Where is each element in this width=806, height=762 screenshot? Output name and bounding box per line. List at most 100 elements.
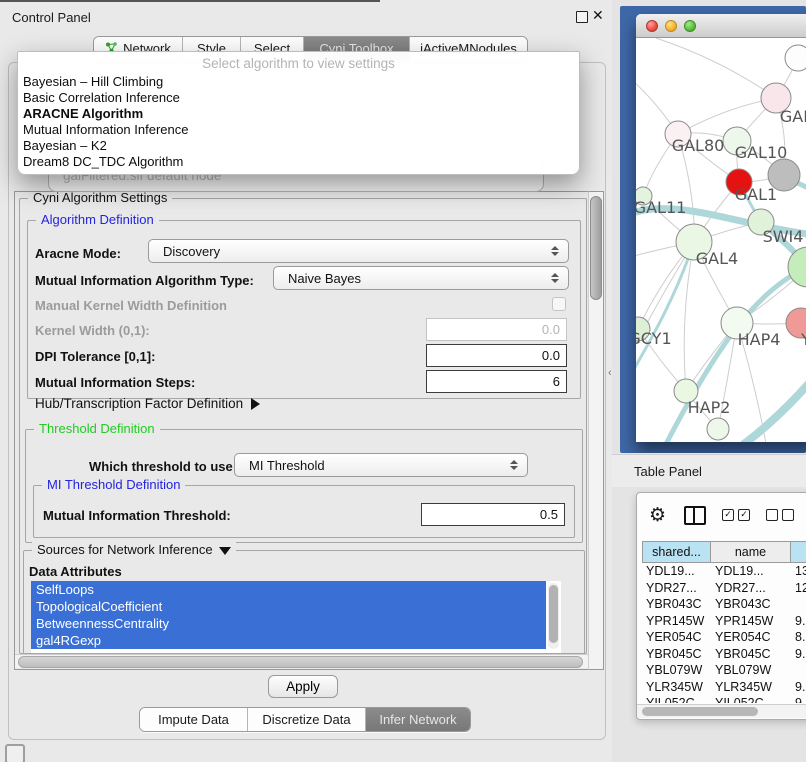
network-edge-thick[interactable] (744, 368, 806, 442)
tab-label: Impute Data (158, 712, 229, 727)
network-node[interactable] (785, 45, 806, 71)
node-label: Y (800, 330, 806, 349)
dpi-tolerance-label: DPI Tolerance [0,1]: (35, 349, 155, 364)
table-row[interactable]: YPR145WYPR145W9. (642, 613, 806, 630)
mi-algorithm-type-label: Mutual Information Algorithm Type: (35, 273, 254, 288)
table-cell: YIL052C (711, 696, 791, 703)
cyni-algorithm-settings-title: Cyni Algorithm Settings (28, 191, 172, 205)
dpi-tolerance-field[interactable]: 0.0 (426, 344, 567, 367)
dropdown-item[interactable]: Mutual Information Inference (18, 122, 579, 138)
manual-kernel-width-label: Manual Kernel Width Definition (35, 298, 227, 313)
unchecked-columns-icon[interactable] (766, 509, 794, 521)
network-canvas[interactable]: GALGAL80GAL10GAL1GAL11GAL4SWI4GCY1HAP4YH… (636, 38, 806, 442)
network-window[interactable]: GALGAL80GAL10GAL1GAL11GAL4SWI4GCY1HAP4YH… (636, 14, 806, 442)
network-window-titlebar[interactable] (636, 14, 806, 38)
tab-infer-network[interactable]: Infer Network (366, 708, 470, 731)
screen: Control Panel ✕ NetworkStyleSelectCyni T… (0, 0, 806, 762)
checked-columns-icon[interactable]: ✓✓ (722, 509, 750, 521)
spinner-arrows-icon (551, 246, 559, 256)
network-node[interactable] (707, 418, 729, 440)
aracne-mode-value: Discovery (149, 244, 220, 259)
manual-kernel-width-checkbox[interactable] (552, 297, 566, 311)
dropdown-item[interactable]: Basic Correlation Inference (18, 90, 579, 106)
table-row[interactable]: YBR043CYBR043C (642, 596, 806, 613)
kernel-width-label: Kernel Width (0,1): (35, 323, 150, 338)
mi-steps-field[interactable]: 6 (426, 370, 567, 393)
aracne-mode-combo[interactable]: Discovery (148, 239, 569, 263)
close-panel-icon[interactable]: ✕ (592, 7, 604, 24)
sources-title: Sources for Network Inference (32, 542, 236, 557)
tab-label: Infer Network (379, 712, 456, 727)
kernel-width-field[interactable]: 0.0 (426, 318, 567, 341)
dropdown-item[interactable]: Bayesian – Hill Climbing (18, 74, 579, 90)
data-attribute-item[interactable]: gal4RGexp (31, 632, 546, 649)
dropdown-item[interactable]: Dream8 DC_TDC Algorithm (18, 154, 579, 170)
data-attributes-list[interactable]: SelfLoopsTopologicalCoefficientBetweenne… (31, 581, 561, 653)
network-node[interactable] (788, 247, 806, 287)
list-scrollbar[interactable] (548, 583, 559, 649)
table-hscrollbar[interactable] (637, 704, 806, 718)
split-pane-icon[interactable] (684, 506, 706, 525)
apply-button[interactable]: Apply (268, 675, 338, 698)
table-row[interactable]: YBR045CYBR045C9. (642, 646, 806, 663)
node-label: SWI4 (763, 227, 804, 246)
node-label: GAL1 (735, 185, 777, 204)
table-row[interactable]: YBL079WYBL079W (642, 662, 806, 679)
table-row[interactable]: YLR345WYLR345W9. (642, 679, 806, 696)
table-row[interactable]: YER054CYER054C8. (642, 629, 806, 646)
data-attribute-item[interactable]: TopologicalCoefficient (31, 598, 546, 615)
settings-vscrollbar-thumb[interactable] (590, 196, 602, 300)
network-edge[interactable] (656, 38, 776, 98)
panel-divider-grip[interactable]: ‹ (608, 366, 616, 380)
table-cell: YPR145W (711, 614, 791, 628)
table-cell: YIL052C (642, 696, 711, 703)
network-edge[interactable] (678, 98, 776, 134)
node-table: shared...nameA YDL19...YDL19...13YDR27..… (642, 541, 806, 703)
tab-discretize-data[interactable]: Discretize Data (248, 708, 366, 731)
table-cell: YPR145W (642, 614, 711, 628)
data-attributes-label: Data Attributes (29, 564, 122, 579)
which-threshold-combo[interactable]: MI Threshold (234, 453, 528, 477)
zoom-window-icon[interactable] (684, 20, 696, 32)
mi-threshold-definition-title: MI Threshold Definition (42, 477, 185, 492)
table-cell: YBR043C (711, 597, 791, 611)
node-label: GAL80 (672, 136, 725, 155)
mi-steps-label: Mutual Information Steps: (35, 375, 195, 390)
column-header[interactable]: A (791, 541, 806, 563)
table-cell: 8. (791, 630, 806, 644)
table-cell: YDL19... (642, 564, 711, 578)
table-row[interactable]: YDL19...YDL19...13 (642, 563, 806, 580)
column-header[interactable]: shared... (642, 541, 711, 563)
node-label: HAP4 (738, 330, 781, 349)
table-row[interactable]: YIL052CYIL052C9. (642, 695, 806, 703)
close-window-icon[interactable] (646, 20, 658, 32)
minimized-panel-icon[interactable] (5, 744, 25, 762)
hub-definition-expander[interactable]: Hub/Transcription Factor Definition (35, 396, 260, 411)
mi-threshold-field[interactable]: 0.5 (421, 503, 565, 526)
node-label: GAL4 (696, 249, 738, 268)
minimize-window-icon[interactable] (665, 20, 677, 32)
table-cell: YDL19... (711, 564, 791, 578)
column-header[interactable]: name (711, 541, 791, 563)
dropdown-item[interactable]: ARACNE Algorithm (18, 106, 579, 122)
collapse-arrow-icon (219, 547, 231, 555)
node-label: GAL11 (636, 198, 686, 217)
algorithm-dropdown-placeholder: Select algorithm to view settings (18, 52, 579, 74)
dropdown-item[interactable]: Bayesian – K2 (18, 138, 579, 154)
table-row[interactable]: YDR27...YDR27...12 (642, 580, 806, 597)
table-hscrollbar-thumb[interactable] (642, 707, 758, 716)
data-attribute-item[interactable]: SelfLoops (31, 581, 546, 598)
settings-hscrollbar-thumb[interactable] (18, 656, 583, 668)
cyni-bottom-tabs: Impute Data Discretize Data Infer Network (139, 707, 471, 732)
tab-label: Discretize Data (262, 712, 350, 727)
gear-icon[interactable]: ⚙ (649, 504, 666, 526)
mi-threshold-label: Mutual Information Threshold: (43, 508, 231, 523)
data-attribute-item[interactable]: BetweennessCentrality (31, 615, 546, 632)
node-label: GCY1 (636, 329, 672, 348)
mi-algorithm-type-combo[interactable]: Naive Bayes (273, 266, 569, 290)
threshold-definition-title: Threshold Definition (34, 421, 160, 436)
table-cell: YDR27... (642, 581, 711, 595)
tab-impute-data[interactable]: Impute Data (140, 708, 248, 731)
which-threshold-label: Which threshold to use: (89, 459, 237, 474)
float-panel-icon[interactable] (576, 11, 588, 23)
